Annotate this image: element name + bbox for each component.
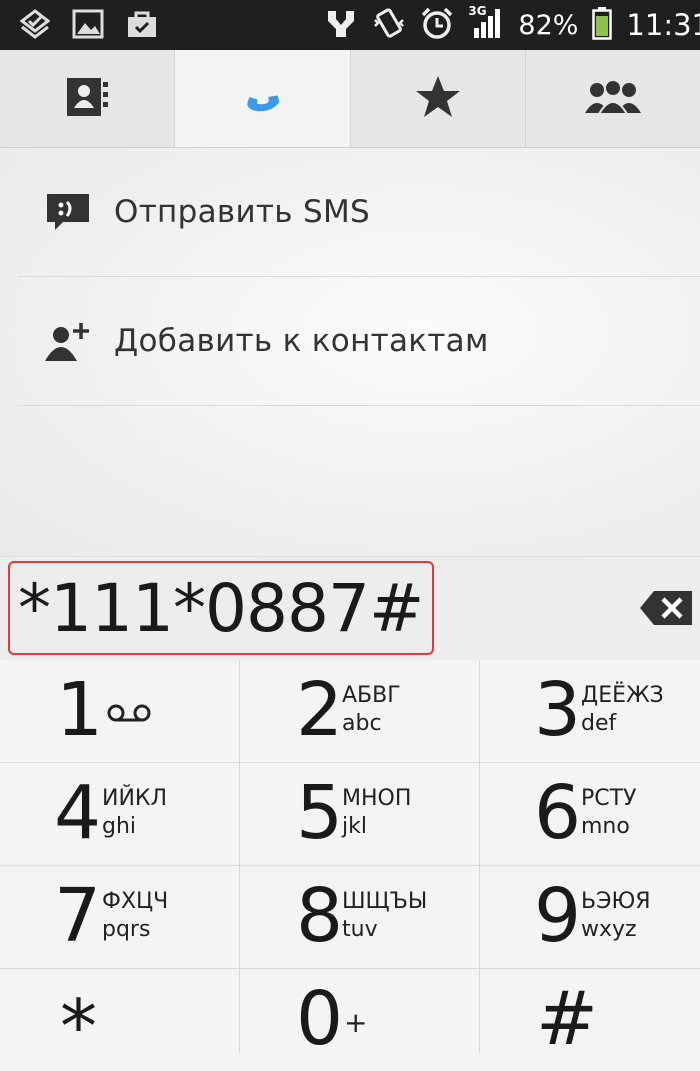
key-9[interactable]: 9 ЬЭЮЯ wxyz — [480, 866, 700, 968]
usb-debug-icon — [324, 7, 358, 43]
clock: 11:31 — [626, 8, 700, 42]
battery-percent: 82% — [518, 9, 579, 41]
key-5[interactable]: 5 МНОП jkl — [240, 763, 479, 865]
key-letters-cyrillic: ИЙКЛ — [102, 786, 168, 811]
key-letters-cyrillic: АБВГ — [342, 683, 401, 708]
phone-icon — [238, 73, 286, 125]
key-letters: РСТУ mno — [581, 785, 636, 841]
key-letters: ИЙКЛ ghi — [102, 785, 167, 841]
key-letters-latin: ghi — [102, 814, 137, 839]
add-person-icon — [38, 319, 98, 363]
key-letters-latin: def — [581, 711, 617, 736]
signal-icon: 3G — [468, 4, 504, 44]
key-letters-latin: tuv — [342, 917, 378, 942]
key-4[interactable]: 4 ИЙКЛ ghi — [0, 763, 239, 865]
key-letters: ФХЦЧ pqrs — [102, 888, 168, 944]
key-2[interactable]: 2 АБВГ abc — [240, 660, 479, 762]
key-letters-cyrillic: МНОП — [342, 786, 412, 811]
key-letters-latin: jkl — [342, 814, 367, 839]
battery-icon — [592, 6, 613, 44]
key-letters-cyrillic: ЬЭЮЯ — [581, 889, 651, 914]
key-digit: 1 — [56, 667, 104, 753]
key-7[interactable]: 7 ФХЦЧ pqrs — [0, 866, 239, 968]
key-letters-latin: pqrs — [102, 917, 151, 942]
key-8[interactable]: 8 ШЩЪЫ tuv — [240, 866, 479, 968]
sms-icon — [38, 192, 98, 232]
key-3[interactable]: 3 ДЕЁЖЗ def — [480, 660, 700, 762]
key-6[interactable]: 6 РСТУ mno — [480, 763, 700, 865]
backspace-icon[interactable] — [638, 589, 694, 631]
key-letters: АБВГ abc — [342, 682, 401, 738]
add-contact-label: Добавить к контактам — [114, 323, 489, 359]
key-letters-latin: mno — [581, 814, 630, 839]
send-sms-item[interactable]: Отправить SMS — [18, 148, 700, 277]
key-digit: 5 — [296, 770, 344, 856]
key-digit: 4 — [54, 770, 102, 856]
status-bar: 3G 82% 11:31 — [0, 0, 700, 50]
key-letters-latin: abc — [342, 711, 382, 736]
key-digit: 3 — [534, 667, 582, 753]
add-contact-item[interactable]: Добавить к контактам — [18, 277, 700, 406]
key-digit: 6 — [534, 770, 582, 856]
key-digit: 0 — [296, 976, 344, 1062]
key-digit: 7 — [54, 873, 102, 959]
key-letters-cyrillic: РСТУ — [581, 786, 637, 811]
vibrate-icon — [372, 6, 406, 44]
key-letters: ДЕЁЖЗ def — [581, 682, 664, 738]
dialer-menu: Отправить SMS Добавить к контактам — [0, 148, 700, 556]
key-letters-cyrillic: ШЩЪЫ — [342, 889, 428, 914]
key-digit: 8 — [296, 873, 344, 959]
tab-groups[interactable] — [526, 50, 700, 147]
tab-bar — [0, 50, 700, 148]
dial-bar: *111*0887# — [0, 556, 700, 661]
key-letters: ШЩЪЫ tuv — [342, 888, 427, 944]
tab-contacts[interactable] — [0, 50, 176, 147]
star-icon — [414, 74, 462, 124]
key-digit: 2 — [296, 667, 344, 753]
key-0[interactable]: 0 + — [240, 969, 479, 1071]
key-letters-latin: wxyz — [581, 917, 637, 942]
shopping-bag-icon — [126, 9, 158, 43]
key-1[interactable]: 1 — [0, 660, 239, 762]
network-type-label: 3G — [468, 4, 487, 18]
key-digit: 9 — [534, 873, 582, 959]
tab-phone[interactable] — [175, 50, 351, 147]
key-digit: # — [536, 976, 599, 1062]
key-digit: * — [60, 984, 97, 1070]
groups-icon — [583, 78, 643, 119]
key-letters: МНОП jkl — [342, 785, 411, 841]
notification-app-icon — [19, 9, 51, 43]
key-letters-cyrillic: ФХЦЧ — [102, 889, 169, 914]
key-hash[interactable]: # — [480, 969, 700, 1071]
dialed-number-field[interactable]: *111*0887# — [8, 561, 434, 655]
gallery-icon — [72, 9, 104, 43]
key-star[interactable]: * — [0, 969, 239, 1071]
keypad: 1 2 АБВГ abc 3 ДЕЁЖЗ def 4 ИЙКЛ ghi 5 МН… — [0, 660, 700, 1071]
send-sms-label: Отправить SMS — [114, 194, 371, 230]
tab-favorites[interactable] — [351, 50, 526, 147]
contacts-icon — [65, 76, 109, 122]
alarm-icon — [420, 6, 454, 44]
key-plus: + — [344, 1006, 368, 1039]
voicemail-icon — [106, 702, 152, 728]
key-letters-cyrillic: ДЕЁЖЗ — [581, 683, 664, 708]
key-letters: ЬЭЮЯ wxyz — [581, 888, 651, 944]
